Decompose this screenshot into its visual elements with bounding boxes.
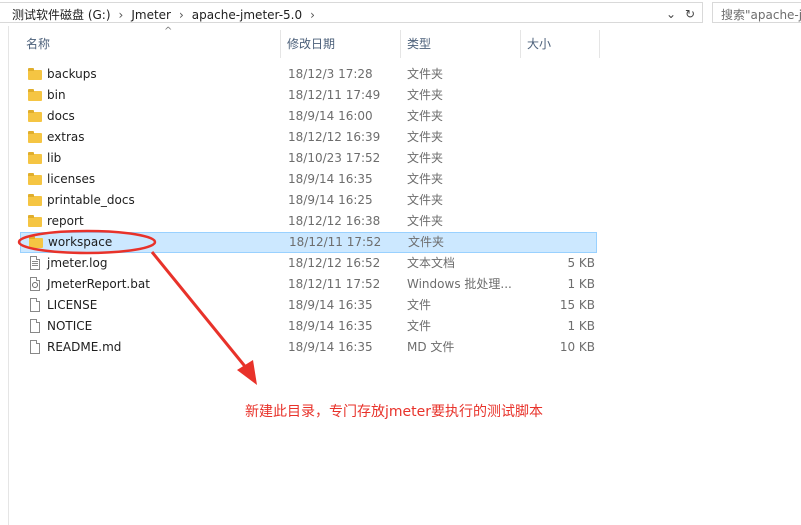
file-row[interactable]: lib 18/10/23 17:52 文件夹 [20,148,600,169]
file-date: 18/9/14 16:25 [288,193,373,207]
address-dropdown-icon[interactable]: ⌄ [662,5,680,22]
file-row[interactable]: jmeter.log 18/12/12 16:52 文本文档 5 KB [20,253,600,274]
file-type: 文件夹 [408,235,445,249]
file-type: 文件夹 [407,214,444,228]
file-date: 18/12/12 16:52 [288,256,381,270]
file-name: README.md [47,340,122,354]
column-header-row: ^ 名称 修改日期 类型 大小 [20,26,600,58]
file-row[interactable]: backups 18/12/3 17:28 文件夹 [20,64,600,85]
column-header-type[interactable]: 类型 [401,30,520,58]
file-name: printable_docs [47,193,135,207]
file-date: 18/9/14 16:35 [288,298,373,312]
file-name: report [47,214,84,228]
file-size: 5 KB [567,256,595,270]
annotation-note: 新建此目录，专门存放jmeter要执行的测试脚本 [245,404,543,420]
folder-icon [29,235,43,249]
breadcrumb-separator-icon[interactable]: › [173,8,190,22]
file-row[interactable]: NOTICE 18/9/14 16:35 文件 1 KB [20,316,600,337]
file-row[interactable]: printable_docs 18/9/14 16:25 文件夹 [20,190,600,211]
file-date: 18/12/12 16:39 [288,130,381,144]
file-type: 文件夹 [407,193,444,207]
file-name: jmeter.log [47,256,108,270]
column-header-size[interactable]: 大小 [521,30,599,58]
folder-icon [28,151,42,165]
file-size: 10 KB [559,340,595,354]
file-name: docs [47,109,75,123]
file-type: 文件夹 [407,88,444,102]
breadcrumb-separator-icon[interactable]: › [304,8,321,22]
file-row[interactable]: bin 18/12/11 17:49 文件夹 [20,85,600,106]
file-name: lib [47,151,62,165]
file-row[interactable]: extras 18/12/12 16:39 文件夹 [20,127,600,148]
file-date: 18/10/23 17:52 [288,151,381,165]
breadcrumb: 测试软件磁盘 (G:) › Jmeter › apache-jmeter-5.0… [10,6,321,23]
column-divider[interactable] [599,30,600,58]
breadcrumb-separator-icon[interactable]: › [113,8,130,22]
file-type: 文件夹 [407,151,444,165]
file-row[interactable]: JmeterReport.bat 18/12/11 17:52 Windows 批处… [20,274,600,295]
folder-icon [28,214,42,228]
column-header-date[interactable]: 修改日期 [281,30,400,58]
search-input[interactable]: 搜索"apache-j [712,2,801,23]
file-date: 18/12/11 17:49 [288,88,381,102]
folder-icon [28,193,42,207]
breadcrumb-drive[interactable]: 测试软件磁盘 (G:) [10,6,113,23]
navigation-pane-edge [0,26,9,525]
file-icon [28,319,42,333]
file-row[interactable]: LICENSE 18/9/14 16:35 文件 15 KB [20,295,600,316]
address-toolbar: 测试软件磁盘 (G:) › Jmeter › apache-jmeter-5.0… [0,0,801,26]
file-date: 18/12/11 17:52 [288,277,381,291]
column-header-name[interactable]: 名称 [20,30,280,58]
file-name: licenses [47,172,96,186]
file-type: 文件夹 [407,130,444,144]
file-row[interactable]: report 18/12/12 16:38 文件夹 [20,211,600,232]
file-icon [28,340,42,354]
file-row[interactable]: workspace 18/12/11 17:52 文件夹 [20,232,597,253]
file-size: 15 KB [559,298,595,312]
file-date: 18/9/14 16:35 [288,172,373,186]
file-icon [28,298,42,312]
folder-icon [28,88,42,102]
breadcrumb-jmeter[interactable]: Jmeter [129,8,173,22]
file-date: 18/12/12 16:38 [288,214,381,228]
file-date: 18/9/14 16:35 [288,319,373,333]
file-name: workspace [48,235,113,249]
file-row[interactable]: docs 18/9/14 16:00 文件夹 [20,106,600,127]
file-type: 文件夹 [407,67,444,81]
file-row[interactable]: README.md 18/9/14 16:35 MD 文件 10 KB [20,337,600,358]
folder-icon [28,172,42,186]
refresh-icon[interactable]: ↻ [681,5,699,22]
file-size: 1 KB [567,277,595,291]
file-name: JmeterReport.bat [47,277,150,291]
annotation-arrowhead [237,360,257,385]
file-name: LICENSE [47,298,98,312]
file-date: 18/12/11 17:52 [289,235,382,249]
file-name: bin [47,88,66,102]
file-name: extras [47,130,85,144]
file-type: 文件 [407,298,432,312]
file-name: NOTICE [47,319,93,333]
file-date: 18/9/14 16:35 [288,340,373,354]
file-type: Windows 批处理... [407,277,512,291]
file-type: 文件夹 [407,172,444,186]
file-type: 文件 [407,319,432,333]
file-size: 1 KB [567,319,595,333]
address-bar[interactable]: 测试软件磁盘 (G:) › Jmeter › apache-jmeter-5.0… [0,2,703,23]
breadcrumb-apache-jmeter[interactable]: apache-jmeter-5.0 [190,8,304,22]
file-type: MD 文件 [407,340,455,354]
file-list: backups 18/12/3 17:28 文件夹 bin 18/12/11 17:49… [20,64,600,358]
batch-file-icon [28,277,42,291]
file-type: 文本文档 [407,256,456,270]
folder-icon [28,130,42,144]
file-date: 18/12/3 17:28 [288,67,373,81]
folder-icon [28,67,42,81]
file-name: backups [47,67,97,81]
folder-icon [28,109,42,123]
search-placeholder: 搜索"apache-j [721,8,801,22]
file-date: 18/9/14 16:00 [288,109,373,123]
text-file-icon [28,256,42,270]
file-type: 文件夹 [407,109,444,123]
file-row[interactable]: licenses 18/9/14 16:35 文件夹 [20,169,600,190]
